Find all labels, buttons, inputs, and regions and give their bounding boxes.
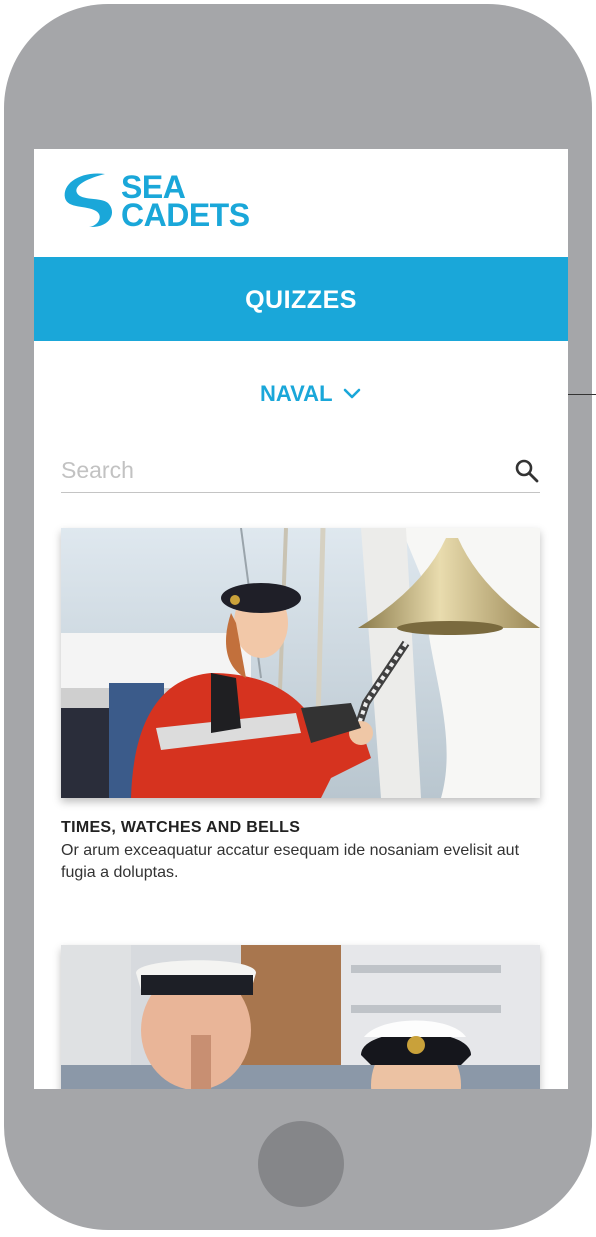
quiz-card-image[interactable] — [61, 528, 540, 798]
app-screen: SEA CADETS QUIZZES NAVAL Search TIMES, W… — [34, 149, 568, 1089]
page-title: QUIZZES — [245, 286, 357, 314]
search-bar — [61, 452, 540, 493]
search-icon[interactable] — [514, 458, 540, 484]
quiz-card-image[interactable] — [61, 945, 540, 1089]
sea-cadets-logo[interactable]: SEA CADETS — [59, 170, 299, 233]
chevron-down-icon — [343, 388, 360, 399]
category-dropdown[interactable]: NAVAL — [260, 379, 361, 409]
page-banner: QUIZZES — [34, 257, 568, 341]
quiz-description: Or arum exceaquatur accatur esequam ide … — [61, 842, 520, 881]
search-input[interactable] — [61, 452, 501, 488]
sea-cadets-logo-icon — [64, 173, 113, 228]
category-label: NAVAL — [260, 381, 333, 406]
cadet-ringing-bell-photo — [61, 528, 540, 798]
quiz-title[interactable]: TIMES, WATCHES AND BELLS — [61, 819, 300, 837]
sea-cadet-corps-photo — [61, 945, 540, 1089]
logo-text-line2: CADETS — [121, 197, 250, 233]
home-button[interactable] — [258, 1121, 344, 1207]
